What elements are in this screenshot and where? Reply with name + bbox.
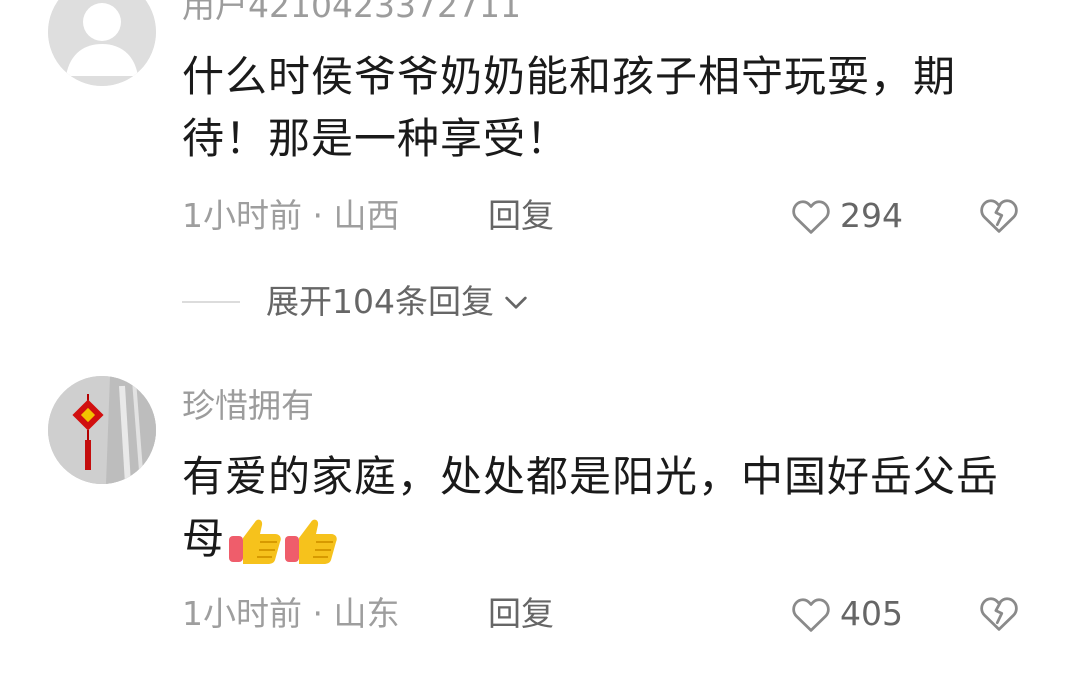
avatar[interactable]: [48, 376, 156, 484]
expand-replies-button[interactable]: 展开104条回复: [182, 282, 532, 322]
comment-username[interactable]: 用户4210423372711: [182, 0, 521, 26]
comment-time-location: 1小时前 · 山西: [182, 196, 400, 235]
like-count: 294: [840, 196, 903, 235]
comment-text: 什么时侯爷爷奶奶能和孩子相守玩耍，期待！那是一种享受！: [182, 52, 957, 163]
broken-heart-icon: [980, 597, 1018, 631]
dislike-button[interactable]: [978, 594, 1020, 634]
comment-time-location: 1小时前 · 山东: [182, 594, 400, 633]
heart-outline-icon: [792, 598, 830, 632]
like-button[interactable]: 405: [790, 594, 903, 634]
chevron-down-icon: [505, 296, 527, 309]
like-count: 405: [840, 594, 903, 633]
heart-outline-icon: [792, 200, 830, 234]
thumbs-up-emoji: [227, 516, 339, 568]
divider: [182, 301, 240, 303]
expand-replies-label: 展开104条回复: [266, 282, 494, 321]
comment-text: 有爱的家庭，处处都是阳光，中国好岳父岳母: [182, 446, 1022, 570]
default-user-icon: [48, 0, 156, 86]
dislike-button[interactable]: [978, 196, 1020, 236]
like-button[interactable]: 294: [790, 196, 903, 236]
comment-username[interactable]: 珍惜拥有: [182, 386, 314, 426]
thumbs-up-icon: [229, 519, 281, 564]
thumbs-up-icon: [285, 519, 337, 564]
chinese-knot-icon: [48, 376, 156, 484]
avatar[interactable]: [48, 0, 156, 86]
reply-button[interactable]: 回复: [488, 594, 554, 634]
broken-heart-icon: [980, 199, 1018, 233]
reply-button[interactable]: 回复: [488, 196, 554, 236]
